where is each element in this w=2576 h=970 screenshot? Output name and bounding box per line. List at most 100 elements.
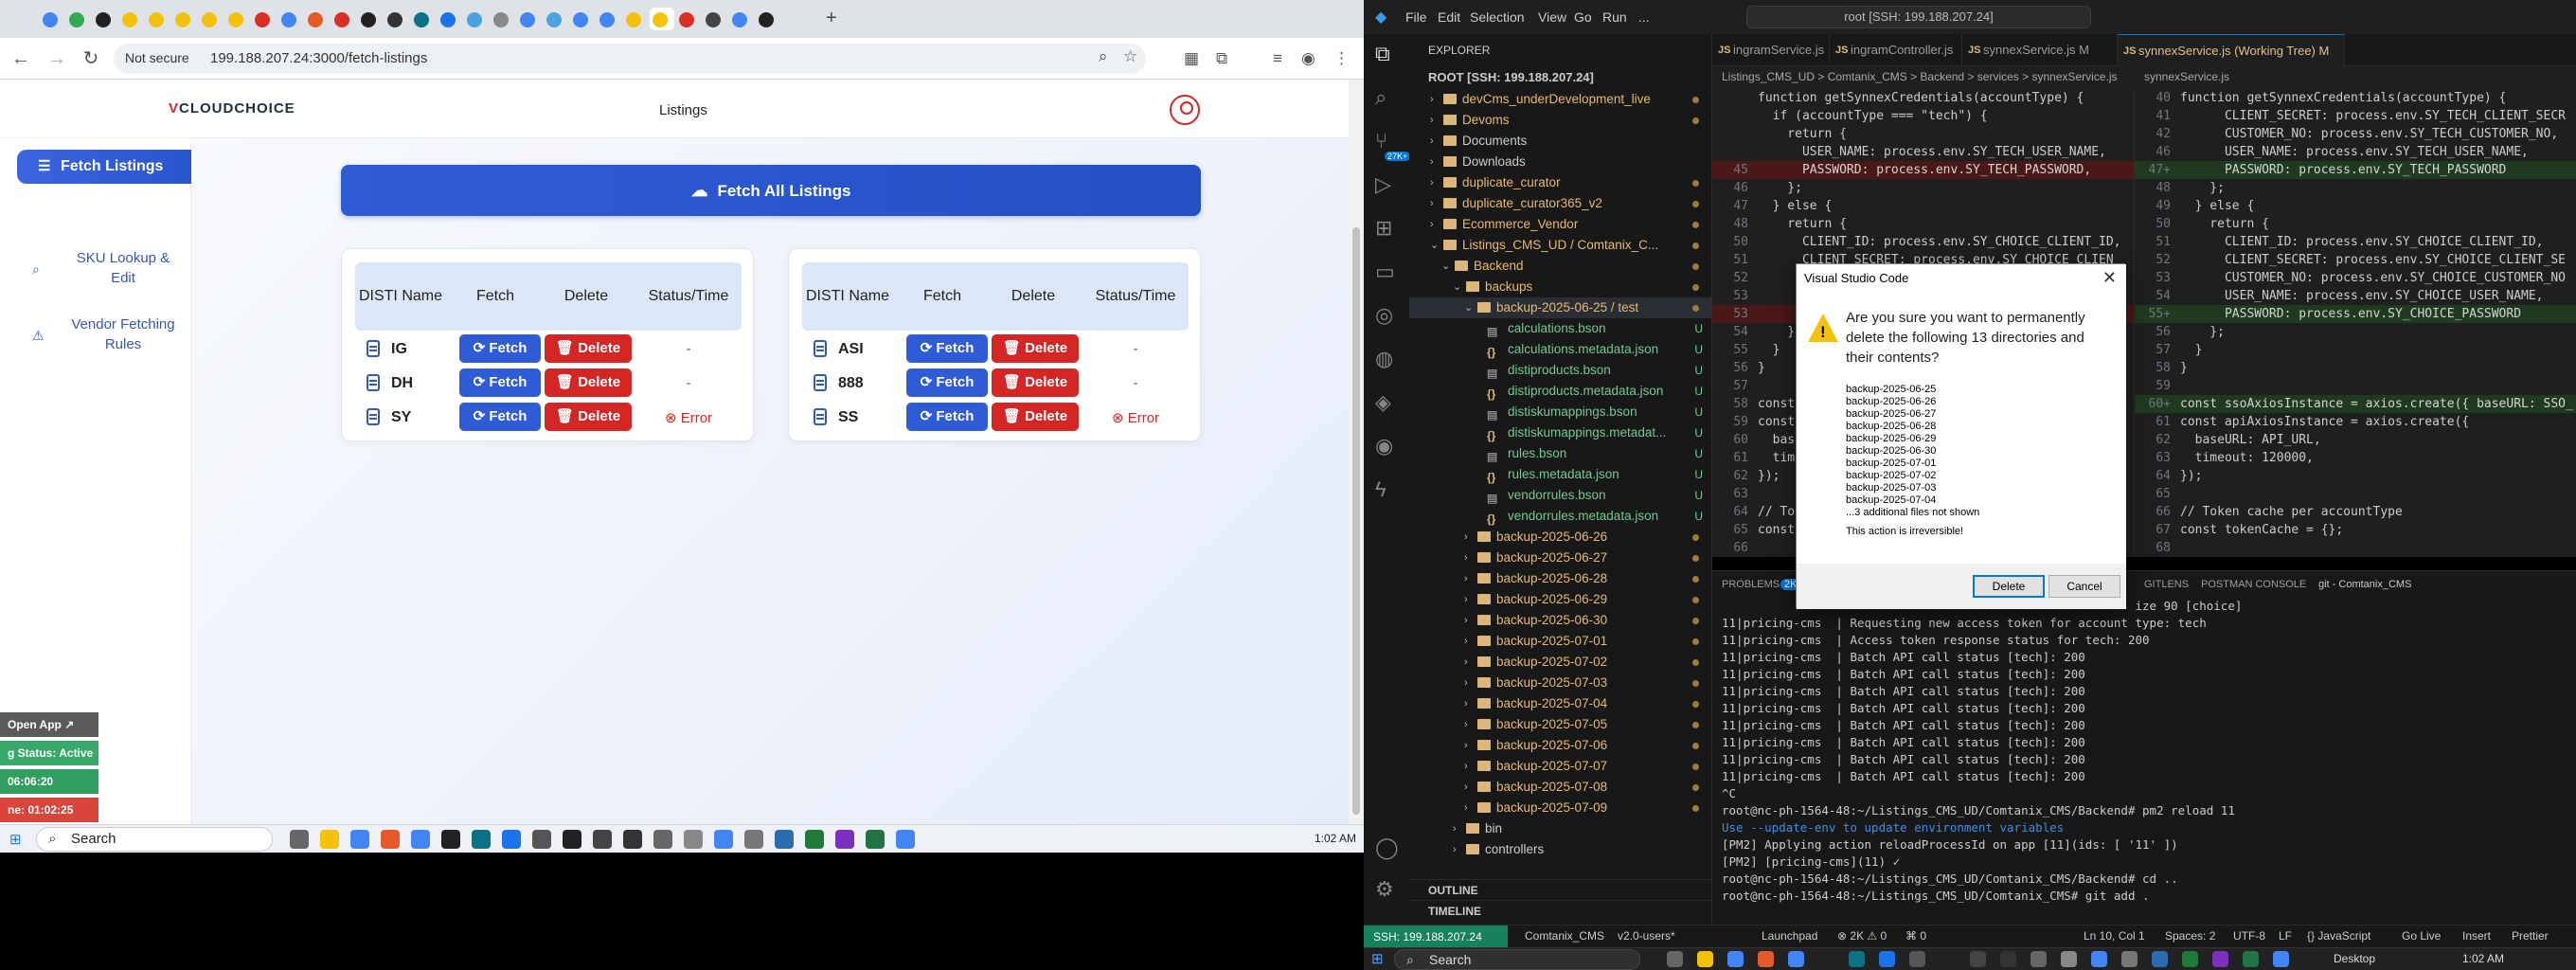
tab-synnex-service[interactable]: JS synnexService.js M [1962, 34, 2118, 66]
menu-file[interactable]: File [1405, 9, 1427, 25]
fetch-button[interactable]: ⟳ Fetch [906, 368, 988, 397]
more-menu-icon[interactable]: ⋮ [1333, 49, 1350, 68]
address-bar[interactable]: Not secure 199.188.207.24:3000/fetch-lis… [114, 44, 1146, 74]
tree-folder[interactable]: › backup-2025-07-07 [1409, 756, 1712, 777]
taskbar-app-icon[interactable] [502, 830, 521, 849]
command-center[interactable]: root [SSH: 199.188.207.24] [1746, 6, 2091, 28]
launchpad[interactable]: Launchpad [1762, 929, 1817, 943]
fetch-button[interactable]: ⟳ Fetch [459, 334, 541, 363]
tree-folder[interactable]: ⌄ backups [1409, 277, 1712, 297]
open-app-button[interactable]: Open App ↗ [0, 712, 98, 737]
tree-folder[interactable]: › backup-2025-07-02 [1409, 652, 1712, 673]
taskbar-app-icon[interactable] [350, 830, 369, 849]
extension-icon[interactable]: ▦ [1184, 49, 1199, 68]
tree-folder[interactable]: ⌄ Listings_CMS_UD / Comtanix_C... [1409, 235, 1712, 256]
user-avatar-icon[interactable] [1170, 95, 1200, 125]
tree-folder[interactable]: › Ecommerce_Vendor [1409, 214, 1712, 235]
tree-folder[interactable]: › backup-2025-06-29 [1409, 589, 1712, 610]
delete-button[interactable]: 🗑 Delete [545, 403, 632, 431]
taskbar-app-icon[interactable] [441, 830, 460, 849]
nav-title[interactable]: Listings [659, 102, 707, 118]
sidebar-item-fetch-listings[interactable]: ☰ Fetch Listings [17, 150, 218, 184]
explorer-icon[interactable]: ⧉ [1375, 42, 1390, 66]
sidebar-item-vendor-rules[interactable]: ⚠ Vendor Fetching Rules [28, 314, 189, 354]
tab-problems[interactable]: PROBLEMS [1722, 579, 1780, 590]
tree-folder[interactable]: › backup-2025-07-04 [1409, 693, 1712, 714]
tree-folder[interactable]: › devCms_underDevelopment_live [1409, 89, 1712, 110]
gitlens-icon[interactable]: ◎ [1375, 303, 1393, 328]
browser-tab[interactable] [40, 8, 61, 30]
go-live[interactable]: Go Live [2402, 929, 2441, 943]
browser-tab[interactable] [119, 8, 140, 30]
tree-folder[interactable]: › Downloads [1409, 152, 1712, 172]
page-scrollbar[interactable] [1349, 80, 1364, 824]
cancel-button[interactable]: Cancel [2048, 575, 2120, 598]
prettier[interactable]: Prettier [2512, 929, 2549, 943]
accounts-icon[interactable]: ◯ [1375, 835, 1399, 860]
taskbar-app-icon[interactable] [532, 830, 551, 849]
tree-file[interactable]: ▤ calculations.bson U [1409, 318, 1712, 339]
browser-tab[interactable] [676, 8, 697, 30]
browser-tab[interactable] [278, 8, 299, 30]
browser-tab[interactable] [305, 8, 326, 30]
breadcrumb-right[interactable]: synnexService.js [2135, 66, 2576, 87]
scrollbar-thumb[interactable] [1352, 227, 1360, 815]
delete-confirm-button[interactable]: Delete [1973, 575, 2045, 598]
outline-section[interactable]: OUTLINE [1409, 879, 1712, 900]
cloudchoice-logo[interactable]: VCLOUDCHOICE [169, 100, 295, 117]
browser-tab[interactable] [358, 8, 379, 30]
taskbar-app-icon[interactable] [866, 830, 885, 849]
tree-file[interactable]: {} vendorrules.metadata.json U [1409, 506, 1712, 527]
taskbar-app-icon[interactable] [472, 830, 491, 849]
taskbar-app-icon[interactable] [1667, 951, 1683, 967]
taskbar-app-icon[interactable] [775, 830, 794, 849]
delete-button[interactable]: 🗑 Delete [545, 368, 632, 397]
tree-file[interactable]: ▤ vendorrules.bson U [1409, 485, 1712, 506]
search-icon[interactable]: ⌕ [1375, 85, 1386, 110]
reload-icon[interactable]: ↻ [80, 47, 102, 70]
problems-count[interactable]: ⊗ 2K ⚠ 0 [1837, 929, 1887, 943]
menu-edit[interactable]: Edit [1438, 9, 1460, 25]
remote-explorer-icon[interactable]: ▭ [1375, 260, 1395, 284]
indentation[interactable]: Spaces: 2 [2165, 929, 2215, 943]
remote-ssh-indicator[interactable]: SSH: 199.188.207.24 [1364, 925, 1508, 948]
tree-file[interactable]: ▤ distiskumappings.bson U [1409, 402, 1712, 422]
taskbar-app-icon[interactable] [1849, 951, 1865, 967]
browser-tab[interactable] [517, 8, 538, 30]
ports-count[interactable]: ⌘ 0 [1905, 929, 1926, 943]
taskbar-app-icon[interactable] [1909, 951, 1925, 967]
browser-tab[interactable] [146, 8, 167, 30]
url-text[interactable]: 199.188.207.24:3000/fetch-listings [210, 50, 427, 66]
taskbar-app-icon[interactable] [835, 830, 854, 849]
tree-folder[interactable]: ⌄ Backend [1409, 256, 1712, 277]
tree-folder[interactable]: › backup-2025-07-09 [1409, 798, 1712, 818]
tab-ingram-service[interactable]: JS ingramService.js [1712, 34, 1830, 66]
delete-button[interactable]: 🗑 Delete [992, 403, 1079, 431]
taskbar-app-icon[interactable] [1758, 951, 1774, 967]
browser-tab[interactable] [438, 8, 458, 30]
browser-tab[interactable] [544, 8, 564, 30]
windows-start-icon[interactable]: ⊞ [1371, 950, 1384, 967]
zoom-icon[interactable]: ⌕ [1099, 47, 1108, 66]
taskbar-app-icon[interactable] [411, 830, 430, 849]
insert-mode[interactable]: Insert [2462, 929, 2491, 943]
tree-folder[interactable]: › bin [1409, 818, 1712, 839]
bookmark-star-icon[interactable]: ☆ [1123, 47, 1137, 66]
run-debug-icon[interactable]: ▷ [1375, 172, 1391, 197]
explorer-root[interactable]: ROOT [SSH: 199.188.207.24] [1409, 66, 1712, 89]
taskbar-app-icon[interactable] [2000, 951, 2016, 967]
menu-more[interactable]: ... [1638, 9, 1650, 25]
taskbar-search[interactable]: ⌕ Search [36, 827, 273, 852]
thunder-client-icon[interactable]: ϟ [1375, 477, 1386, 502]
tree-folder[interactable]: › duplicate_curator365_v2 [1409, 193, 1712, 214]
tree-folder[interactable]: › controllers [1409, 839, 1712, 860]
taskbar-app-icon[interactable] [1697, 951, 1713, 967]
browser-tab[interactable] [597, 8, 617, 30]
python-icon[interactable]: ◈ [1375, 390, 1391, 415]
taskbar-app-icon[interactable] [684, 830, 703, 849]
taskbar-app-icon[interactable] [593, 830, 612, 849]
tree-folder[interactable]: › backup-2025-07-01 [1409, 631, 1712, 652]
delete-button[interactable]: 🗑 Delete [992, 368, 1079, 397]
taskbar-app-icon[interactable] [2182, 951, 2198, 967]
cursor-position[interactable]: Ln 10, Col 1 [2084, 929, 2145, 943]
